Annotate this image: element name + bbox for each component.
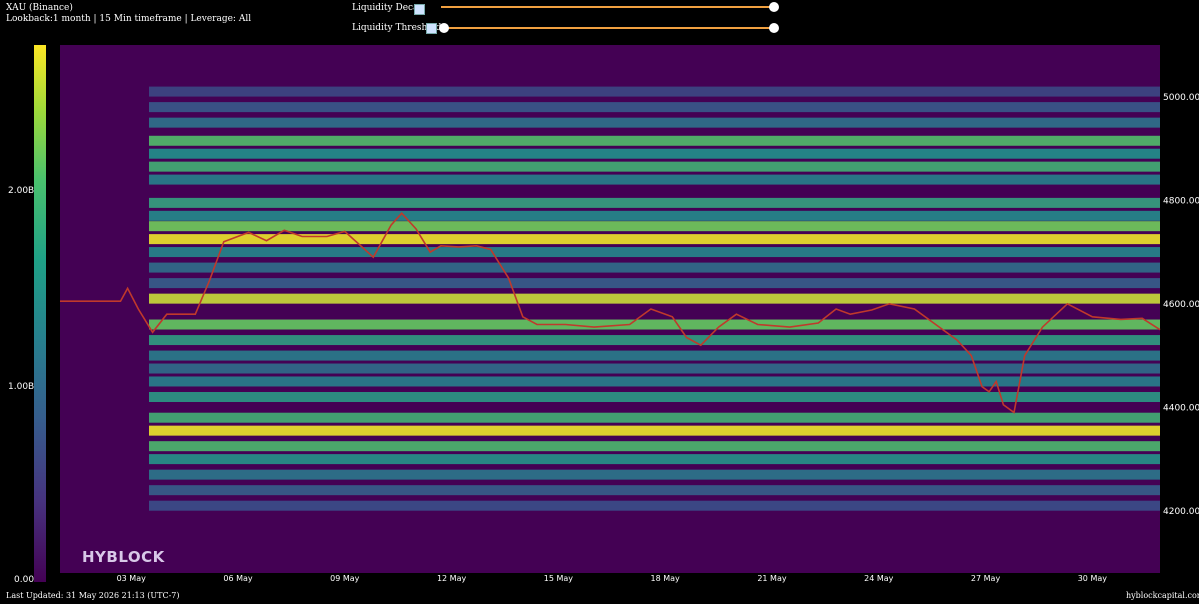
site-link[interactable]: hyblockcapital.com	[1126, 591, 1199, 600]
liquidity-band	[148, 392, 1160, 402]
y-tick-label: 5000.00	[1163, 93, 1199, 103]
liquidity-band	[148, 278, 1160, 289]
liquidity-band	[148, 485, 1160, 496]
liquidity-band	[148, 174, 1160, 185]
y-axis-ticks: 5000.00 4800.00 4600.00 4400.00 4200.00	[1163, 93, 1199, 517]
last-updated: Last Updated: 31 May 2026 21:13 (UTC-7)	[6, 591, 180, 600]
y-tick-label: 4800.00	[1163, 196, 1199, 206]
x-tick-label: 30 May	[1078, 574, 1108, 583]
liquidity-band	[148, 350, 1160, 361]
liquidity-bands	[148, 86, 1160, 511]
x-tick-label: 03 May	[117, 574, 147, 583]
y-tick-label: 4600.00	[1163, 300, 1199, 310]
liquidity-band	[148, 117, 1160, 128]
x-tick-label: 09 May	[330, 574, 360, 583]
liquidity-band	[148, 161, 1160, 172]
liquidity-band	[148, 197, 1160, 208]
x-tick-label: 27 May	[971, 574, 1001, 583]
liquidity-band	[148, 210, 1160, 221]
liquidity-band	[148, 425, 1160, 436]
x-tick-label: 15 May	[544, 574, 574, 583]
liquidity-band	[148, 376, 1160, 387]
liquidity-band	[148, 412, 1160, 423]
liquidity-band	[148, 86, 1160, 97]
x-tick-label: 18 May	[651, 574, 681, 583]
liquidity-band	[148, 221, 1160, 232]
liquidity-band	[148, 454, 1160, 465]
liquidity-band	[148, 469, 1160, 480]
x-tick-label: 12 May	[437, 574, 467, 583]
hyblock-brand: HYBLOCK	[82, 548, 165, 566]
liquidity-band	[148, 500, 1160, 511]
x-axis-ticks: 03 May 06 May 09 May 12 May 15 May 18 May 21 M…	[117, 574, 1108, 583]
liquidity-band	[148, 319, 1160, 330]
liquidity-band	[148, 102, 1160, 113]
x-tick-label: 21 May	[757, 574, 787, 583]
liquidity-band	[148, 363, 1160, 374]
liquidity-band	[148, 247, 1160, 258]
x-tick-label: 06 May	[223, 574, 253, 583]
liquidation-heatmap-chart[interactable]: 5000.00 4800.00 4600.00 4400.00 4200.00 03 M…	[0, 0, 1199, 604]
x-tick-label: 24 May	[864, 574, 894, 583]
liquidity-band	[148, 293, 1160, 304]
liquidity-band	[148, 262, 1160, 273]
liquidity-band	[148, 335, 1160, 346]
liquidity-band	[148, 135, 1160, 146]
liquidity-band	[148, 148, 1160, 159]
y-tick-label: 4400.00	[1163, 403, 1199, 413]
liquidity-band	[148, 441, 1160, 452]
y-tick-label: 4200.00	[1163, 507, 1199, 517]
